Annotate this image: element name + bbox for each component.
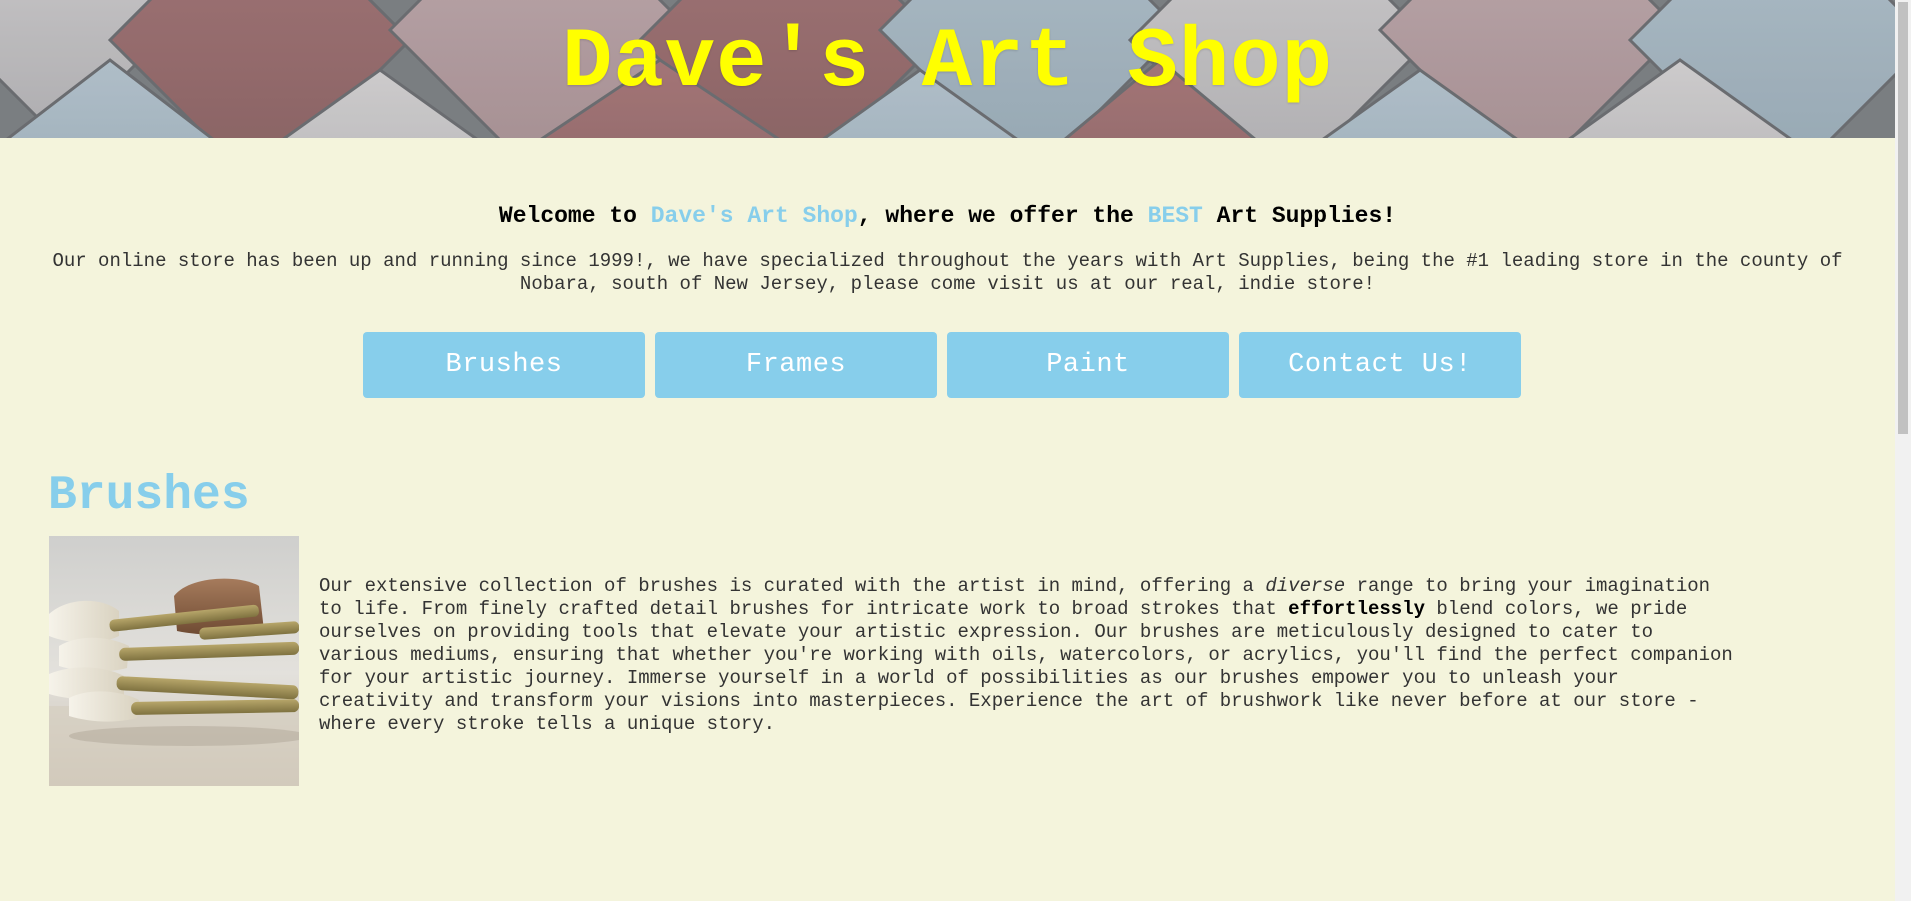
brushes-text-1: Our extensive collection of brushes is c… bbox=[319, 575, 1266, 597]
frames-button[interactable]: Frames bbox=[655, 332, 937, 398]
welcome-text-3: Art Supplies! bbox=[1202, 203, 1397, 229]
brushes-text-strong: effortlessly bbox=[1288, 598, 1425, 620]
contact-us-button[interactable]: Contact Us! bbox=[1239, 332, 1521, 398]
brushes-description: Our extensive collection of brushes is c… bbox=[319, 575, 1739, 736]
welcome-text-2: , where we offer the bbox=[857, 203, 1148, 229]
scrollbar-thumb[interactable] bbox=[1898, 2, 1908, 434]
welcome-text-1: Welcome to bbox=[498, 203, 651, 229]
best-highlight: BEST bbox=[1147, 203, 1203, 229]
brushes-button[interactable]: Brushes bbox=[363, 332, 645, 398]
paintbrushes-illustration bbox=[49, 536, 299, 786]
header-banner: Dave's Art Shop bbox=[0, 0, 1895, 138]
site-title: Dave's Art Shop bbox=[561, 16, 1334, 111]
paintbrushes-photo bbox=[49, 536, 299, 786]
paint-button[interactable]: Paint bbox=[947, 332, 1229, 398]
welcome-heading: Welcome to Dave's Art Shop, where we off… bbox=[0, 200, 1895, 232]
shop-name-highlight: Dave's Art Shop bbox=[650, 203, 858, 229]
vertical-scrollbar[interactable] bbox=[1895, 0, 1911, 901]
intro-paragraph: Our online store has been up and running… bbox=[52, 250, 1843, 295]
brushes-text-emphasis: diverse bbox=[1265, 575, 1346, 597]
brushes-section-title: Brushes bbox=[48, 469, 250, 523]
category-nav: Brushes Frames Paint Contact Us! bbox=[363, 332, 1521, 398]
